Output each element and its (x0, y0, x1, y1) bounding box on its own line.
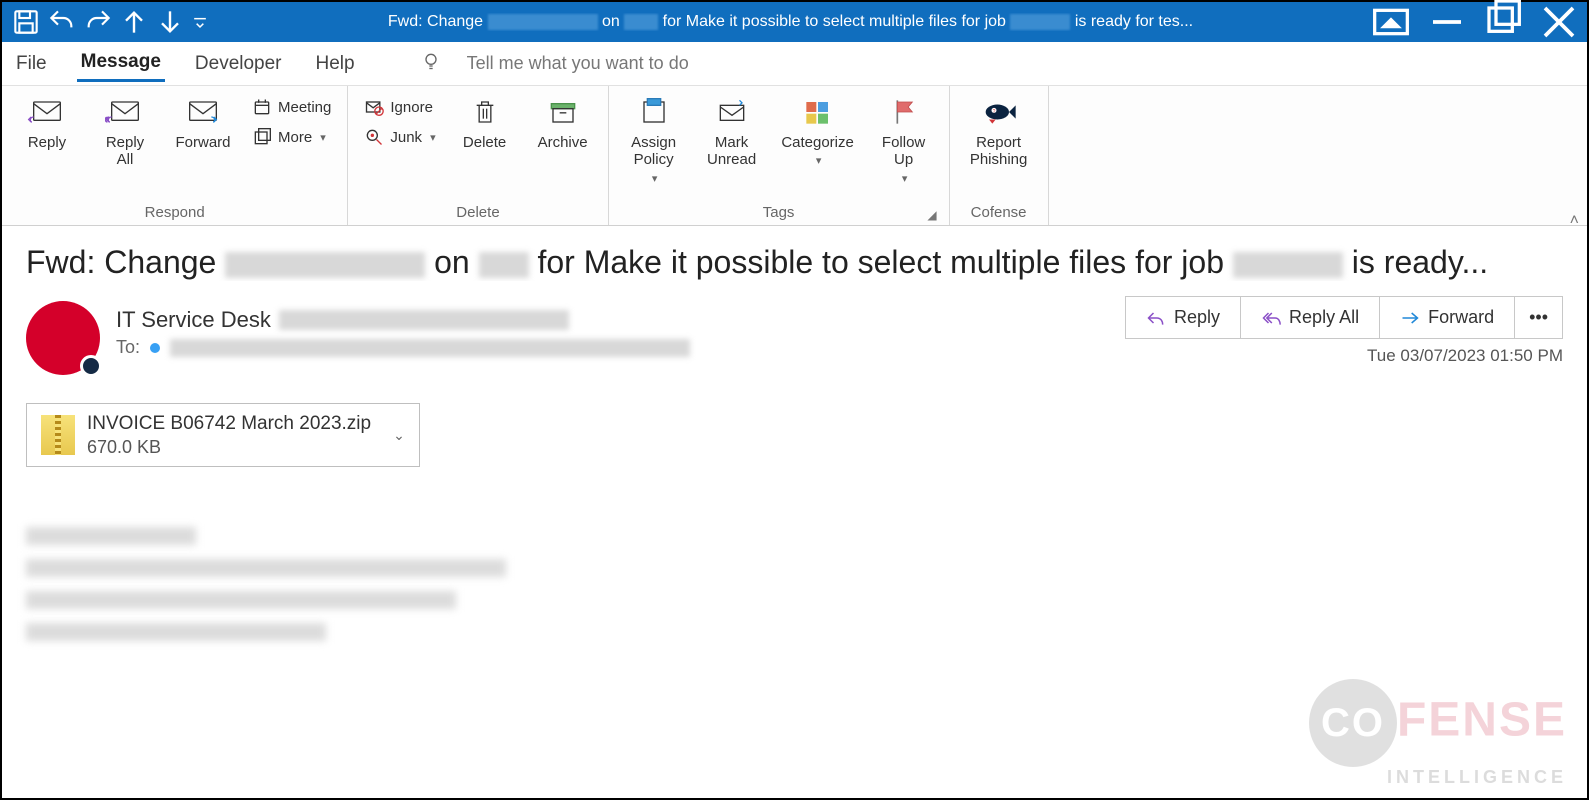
group-label: Delete (358, 202, 597, 225)
sender-avatar (26, 301, 100, 375)
group-label: Cofense (960, 202, 1038, 225)
redacted (26, 591, 456, 609)
reply-action[interactable]: Reply (1125, 296, 1241, 339)
message-actions: Reply Reply All Forward ••• (1126, 296, 1563, 339)
titlebar: Fwd: Change on for Make it possible to s… (2, 2, 1587, 42)
redacted (225, 252, 425, 278)
reply-all-action[interactable]: Reply All (1240, 296, 1380, 339)
attachment[interactable]: INVOICE B06742 March 2023.zip 670.0 KB ⌄ (26, 403, 420, 467)
more-respond-button[interactable]: More▾ (246, 124, 337, 150)
recipient-row: To: (116, 337, 690, 358)
categorize-button[interactable]: Categorize▾ (775, 90, 861, 168)
archive-button[interactable]: Archive (528, 90, 598, 151)
reply-all-button[interactable]: Reply All (90, 90, 160, 169)
ribbon: Reply Reply All Forward Meeting More▾ (2, 86, 1587, 226)
redacted (479, 252, 529, 278)
presence-indicator (80, 355, 102, 377)
group-respond: Reply Reply All Forward Meeting More▾ (2, 86, 348, 225)
reply-button[interactable]: Reply (12, 90, 82, 151)
reading-pane: Fwd: Change on for Make it possible to s… (2, 226, 1587, 798)
forward-button[interactable]: Forward (168, 90, 238, 151)
lightbulb-icon (421, 51, 441, 77)
qat-customize-icon[interactable] (190, 6, 210, 38)
mark-unread-button[interactable]: Mark Unread (697, 90, 767, 169)
ribbon-tabs: File Message Developer Help Tell me what… (2, 42, 1587, 86)
tab-file[interactable]: File (12, 47, 51, 81)
maximize-icon[interactable] (1475, 2, 1531, 42)
undo-icon[interactable] (46, 6, 78, 38)
ignore-button[interactable]: Ignore (358, 94, 441, 120)
attachment-name: INVOICE B06742 March 2023.zip (87, 412, 371, 436)
email-body (26, 527, 1563, 641)
redacted (26, 527, 196, 545)
group-cofense: ? Report Phishing Cofense (950, 86, 1049, 225)
tab-developer[interactable]: Developer (191, 47, 286, 81)
redo-icon[interactable] (82, 6, 114, 38)
delete-button[interactable]: Delete (450, 90, 520, 151)
window-title: Fwd: Change on for Make it possible to s… (218, 13, 1363, 31)
follow-up-button[interactable]: Follow Up▾ (869, 90, 939, 185)
redacted (26, 559, 506, 577)
email-subject: Fwd: Change on for Make it possible to s… (26, 244, 1563, 281)
group-label: Respond (12, 202, 337, 225)
forward-action[interactable]: Forward (1379, 296, 1515, 339)
prev-item-icon[interactable] (118, 6, 150, 38)
report-phishing-button[interactable]: ? Report Phishing (960, 90, 1038, 169)
redacted (624, 14, 658, 30)
redacted (26, 623, 326, 641)
email-date: Tue 03/07/2023 01:50 PM (1367, 346, 1563, 366)
dialog-launcher-icon[interactable]: ◢ (927, 208, 936, 222)
ribbon-display-icon[interactable] (1363, 2, 1419, 42)
tell-me-search[interactable]: Tell me what you want to do (467, 53, 689, 74)
save-icon[interactable] (10, 6, 42, 38)
attachment-size: 670.0 KB (87, 436, 371, 459)
group-label: Tags◢ (619, 202, 939, 225)
redacted (1010, 14, 1070, 30)
minimize-icon[interactable] (1419, 2, 1475, 42)
redacted (279, 310, 569, 330)
redacted (1233, 252, 1343, 278)
window-controls (1363, 2, 1587, 42)
tab-message[interactable]: Message (77, 45, 165, 82)
zip-file-icon (41, 415, 75, 455)
redacted (488, 14, 598, 30)
assign-policy-button[interactable]: Assign Policy▾ (619, 90, 689, 185)
svg-text:?: ? (992, 109, 995, 115)
meeting-button[interactable]: Meeting (246, 94, 337, 120)
group-delete: Ignore Junk▾ Delete Archive Delete (348, 86, 608, 225)
attachment-dropdown-icon[interactable]: ⌄ (393, 427, 405, 444)
more-actions[interactable]: ••• (1514, 296, 1563, 339)
recipient-presence-dot (150, 343, 160, 353)
sender-name: IT Service Desk (116, 307, 690, 333)
junk-button[interactable]: Junk▾ (358, 124, 441, 150)
redacted (170, 339, 690, 357)
close-icon[interactable] (1531, 2, 1587, 42)
group-tags: Assign Policy▾ Mark Unread Categorize▾ F… (609, 86, 950, 225)
quick-access-toolbar (2, 6, 218, 38)
next-item-icon[interactable] (154, 6, 186, 38)
watermark: COFENSE INTELLIGENCE (1309, 679, 1567, 788)
tab-help[interactable]: Help (312, 47, 359, 81)
